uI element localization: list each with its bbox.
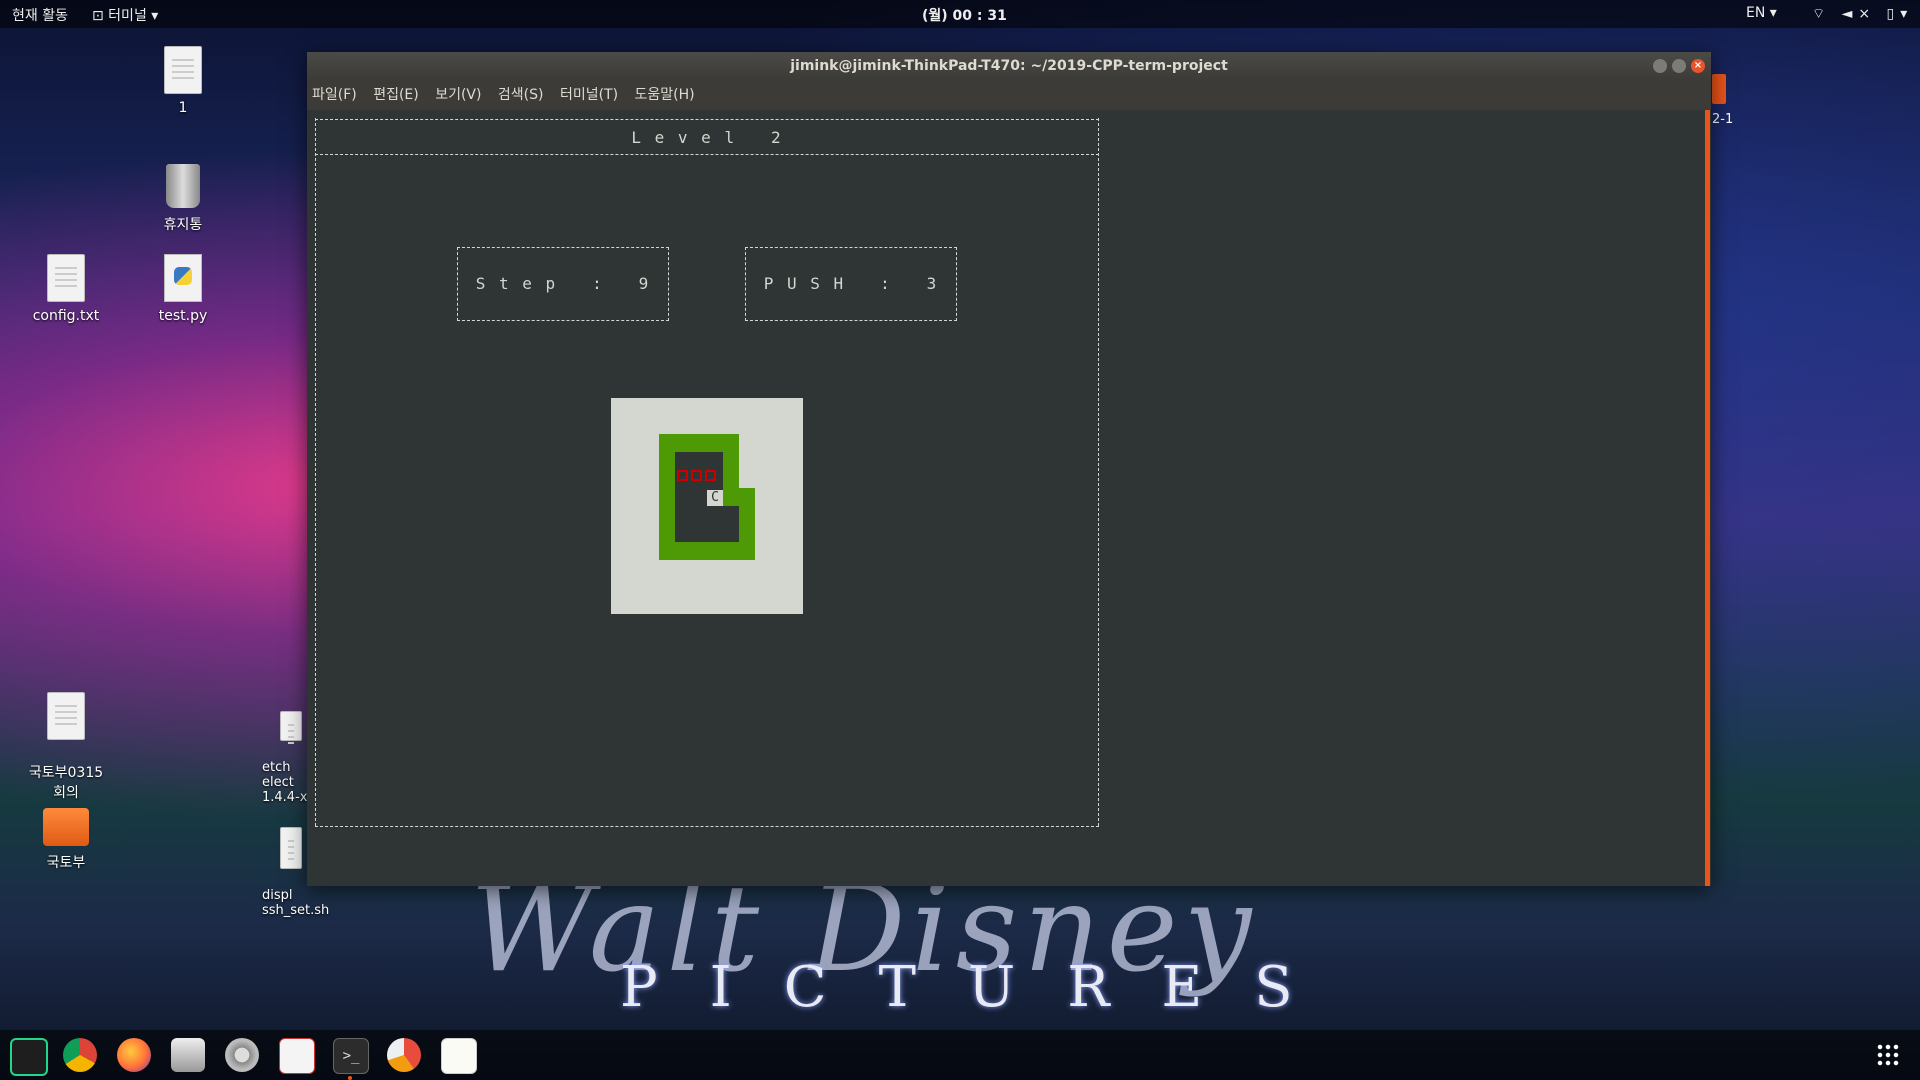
- system-tray[interactable]: ⌔ ◄× ▯▾: [1812, 5, 1913, 23]
- window-title: jimink@jimink-ThinkPad-T470: ~/2019-CPP-…: [790, 58, 1228, 74]
- desktop-icon-label: config.txt: [32, 308, 100, 324]
- trash-icon: [166, 164, 200, 208]
- chart-app-icon[interactable]: [387, 1038, 421, 1072]
- desktop-icon-label: test.py: [158, 308, 208, 324]
- file-icon: [47, 692, 85, 740]
- top-bar: 현재 활동 ⊡ 터미널 ▾ (월) 00 : 31 EN ▾ ⌔ ◄× ▯▾: [0, 0, 1920, 28]
- desktop-icon-label: displ ssh_set.sh: [262, 888, 330, 918]
- text-editor-icon[interactable]: [441, 1038, 477, 1074]
- menu-view[interactable]: 보기(V): [435, 80, 481, 110]
- window-titlebar[interactable]: jimink@jimink-ThinkPad-T470: ~/2019-CPP-…: [307, 52, 1711, 80]
- side-folder-icon: [1712, 74, 1726, 104]
- game-board: C: [611, 398, 803, 614]
- frame-right-border: [1098, 118, 1100, 826]
- desktop-icon-label: 국토부0315 회의: [28, 765, 104, 801]
- menu-search[interactable]: 검색(S): [498, 80, 544, 110]
- file-icon: [47, 254, 85, 302]
- language-indicator[interactable]: EN ▾: [1746, 5, 1777, 21]
- desktop-icon-1[interactable]: 1: [128, 46, 238, 116]
- desktop-icon-label: 휴지통: [163, 217, 203, 233]
- player-character: C: [707, 490, 723, 506]
- terminal-icon[interactable]: >_: [333, 1038, 369, 1074]
- maximize-icon[interactable]: [1672, 59, 1686, 73]
- level-title: L e v e l 2: [631, 128, 783, 147]
- menu-help[interactable]: 도움말(H): [635, 80, 695, 110]
- floor-area: [723, 506, 739, 542]
- file-icon: [280, 711, 302, 741]
- clock[interactable]: (월) 00 : 31: [922, 5, 1007, 25]
- menu-file[interactable]: 파일(F): [312, 80, 357, 110]
- desktop-icon-trash[interactable]: 휴지통: [128, 164, 238, 234]
- pdf-viewer-icon[interactable]: [279, 1038, 315, 1074]
- running-indicator: [348, 1076, 352, 1080]
- desktop-icon-folder[interactable]: 국토부: [11, 800, 121, 872]
- terminal-content[interactable]: L e v e l 2 S t e p : 9 P U S H : 3 C: [307, 110, 1711, 886]
- board-outside: [739, 434, 755, 488]
- frame-top-border: [315, 119, 1099, 120]
- close-icon[interactable]: ×: [1691, 59, 1705, 73]
- firefox-icon[interactable]: [117, 1038, 151, 1072]
- folder-icon: [43, 808, 89, 846]
- minimize-icon[interactable]: [1653, 59, 1667, 73]
- goal-marker: [691, 470, 702, 481]
- desktop-icon-config[interactable]: config.txt: [11, 254, 121, 324]
- desktop-icon-label: 국토부: [46, 855, 86, 871]
- settings-icon[interactable]: [225, 1038, 259, 1072]
- file-icon: [164, 46, 202, 94]
- side-label: 2-1: [1712, 112, 1734, 127]
- frame-left-border: [315, 118, 317, 826]
- window-edge-accent: [1705, 110, 1710, 886]
- dock: >_: [0, 1030, 1920, 1080]
- file-icon: [280, 827, 302, 869]
- desktop-icon-test-py[interactable]: test.py: [128, 254, 238, 324]
- python-file-icon: [164, 254, 202, 302]
- menu-bar: 파일(F) 편집(E) 보기(V) 검색(S) 터미널(T) 도움말(H): [307, 80, 1711, 110]
- menu-edit[interactable]: 편집(E): [373, 80, 419, 110]
- frame-bottom-border: [315, 826, 1099, 827]
- pycharm-icon[interactable]: [10, 1038, 48, 1076]
- app-menu[interactable]: ⊡ 터미널 ▾: [92, 5, 158, 25]
- desktop-icon-label: 1: [178, 100, 188, 116]
- step-counter: S t e p : 9: [475, 274, 651, 293]
- files-icon[interactable]: [171, 1038, 205, 1072]
- frame-header-divider: [315, 154, 1099, 155]
- desktop-icon-meeting[interactable]: 국토부0315 회의: [11, 676, 121, 818]
- menu-terminal[interactable]: 터미널(T): [560, 80, 618, 110]
- show-apps-grid-icon[interactable]: [1876, 1043, 1900, 1067]
- terminal-window[interactable]: jimink@jimink-ThinkPad-T470: ~/2019-CPP-…: [307, 52, 1711, 886]
- push-counter: P U S H : 3: [763, 274, 939, 293]
- goal-marker: [677, 470, 688, 481]
- activities-button[interactable]: 현재 활동: [12, 5, 68, 25]
- wallpaper-pictures-text: PICTURES: [620, 955, 1345, 1020]
- chrome-icon[interactable]: [63, 1038, 97, 1072]
- goal-marker: [705, 470, 716, 481]
